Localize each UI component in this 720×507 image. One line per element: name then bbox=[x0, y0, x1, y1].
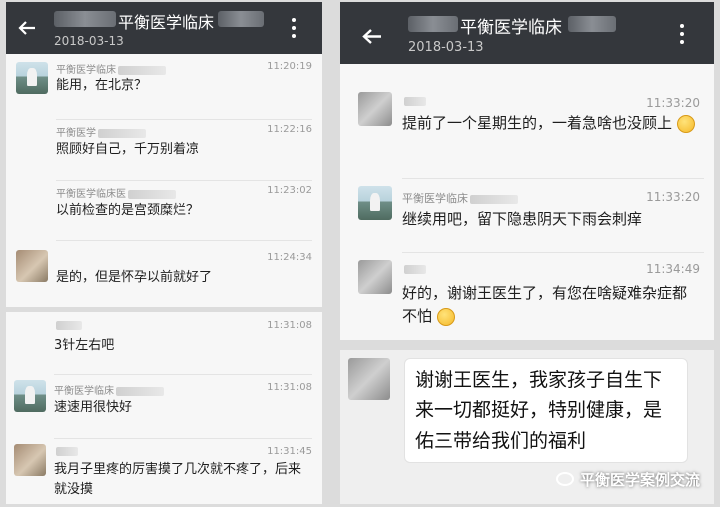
message-item: 平衡医学 11:22:16 照顾好自己，千万别着凉 bbox=[6, 119, 322, 177]
sender-name: 平衡医学 bbox=[56, 124, 146, 139]
message-time: 11:22:16 bbox=[267, 124, 312, 135]
avatar[interactable] bbox=[16, 62, 48, 94]
message-text: 好的，谢谢王医生了，有您在啥疑难杂症都不怕 bbox=[402, 284, 688, 326]
message-item: 11:31:45 我月子里疼的厉害摸了几次就不疼了，后来就没摸 bbox=[6, 438, 322, 504]
message-time: 11:23:02 bbox=[267, 185, 312, 196]
message-text: 我月子里疼的厉害摸了几次就不疼了，后来就没摸 bbox=[54, 462, 302, 498]
avatar[interactable] bbox=[14, 444, 46, 476]
divider bbox=[402, 178, 704, 179]
divider bbox=[402, 252, 704, 253]
blurred-title-suffix bbox=[568, 16, 616, 32]
smile-emoji-icon bbox=[436, 307, 455, 326]
chat-date: 2018-03-13 bbox=[408, 40, 484, 55]
chat-screenshot-left: 平衡医学临床 2018-03-13 平衡医学临床 11:20:19 能用，在北京… bbox=[6, 2, 322, 307]
blurred-title bbox=[54, 11, 116, 27]
message-text: 照顾好自己，千万别着凉 bbox=[56, 142, 200, 157]
chat-title: 平衡医学临床 bbox=[118, 13, 215, 32]
back-arrow-icon[interactable] bbox=[362, 28, 382, 45]
message-time: 11:33:20 bbox=[646, 190, 700, 204]
message-text: 继续用吧，留下隐患阴天下雨会刺痒 bbox=[402, 210, 643, 228]
message-item: 11:24:34 是的，但是怀孕以前就好了 bbox=[6, 240, 322, 302]
divider bbox=[56, 119, 312, 120]
avatar[interactable] bbox=[358, 92, 392, 126]
more-vertical-icon[interactable] bbox=[292, 18, 296, 42]
chat-header: 平衡医学临床 2018-03-13 bbox=[340, 2, 714, 64]
divider bbox=[56, 180, 312, 181]
message-item: 11:33:20 提前了一个星期生的，一着急啥也没顾上 bbox=[340, 90, 714, 180]
message-time: 11:34:49 bbox=[646, 262, 700, 276]
chat-title: 平衡医学临床 bbox=[460, 18, 562, 38]
message-text: 是的，但是怀孕以前就好了 bbox=[56, 270, 213, 285]
more-vertical-icon[interactable] bbox=[680, 24, 684, 48]
message-time: 11:31:45 bbox=[267, 446, 312, 457]
sender-name bbox=[54, 446, 78, 457]
avatar[interactable] bbox=[358, 260, 392, 294]
message-text: 3针左右吧 bbox=[54, 338, 115, 353]
avatar[interactable] bbox=[16, 250, 48, 282]
sender-name: 平衡医学临床 bbox=[56, 61, 166, 76]
message-item: 11:31:08 3针左右吧 bbox=[6, 312, 322, 372]
chat-date: 2018-03-13 bbox=[54, 34, 124, 48]
message-item: 平衡医学临床医 11:23:02 以前检查的是宫颈糜烂？ bbox=[6, 180, 322, 238]
large-message-screenshot: 谢谢王医生，我家孩子自生下来一切都挺好，特别健康，是佑三带给我们的福利 平衡医学… bbox=[340, 350, 714, 504]
message-time: 11:33:20 bbox=[646, 96, 700, 110]
wechat-icon bbox=[555, 471, 574, 486]
blurred-title bbox=[408, 16, 458, 32]
message-text: 速速用很快好 bbox=[54, 400, 133, 415]
sender-name: 平衡医学临床医 bbox=[56, 185, 176, 200]
sender-name bbox=[402, 94, 426, 107]
sender-name: 平衡医学临床 bbox=[402, 190, 518, 206]
message-time: 11:31:08 bbox=[267, 320, 312, 331]
message-bubble: 谢谢王医生，我家孩子自生下来一切都挺好，特别健康，是佑三带给我们的福利 bbox=[404, 358, 688, 464]
laughing-emoji-icon bbox=[676, 114, 695, 133]
message-time: 11:31:08 bbox=[267, 382, 312, 393]
chat-header: 平衡医学临床 2018-03-13 bbox=[6, 2, 322, 54]
avatar[interactable] bbox=[14, 380, 46, 412]
watermark: 平衡医学案例交流 bbox=[555, 469, 700, 490]
sender-name bbox=[54, 320, 82, 331]
message-time: 11:24:34 bbox=[267, 252, 312, 263]
message-time: 11:20:19 bbox=[267, 61, 312, 72]
message-item: 11:34:49 好的，谢谢王医生了，有您在啥疑难杂症都不怕 bbox=[340, 252, 714, 338]
sender-name bbox=[402, 262, 426, 275]
message-item: 平衡医学临床 11:20:19 能用，在北京？ bbox=[6, 58, 322, 116]
chat-screenshot-left-continued: 11:31:08 3针左右吧 平衡医学临床 11:31:08 速速用很快好 11… bbox=[6, 312, 322, 504]
divider bbox=[54, 374, 312, 375]
avatar[interactable] bbox=[358, 186, 392, 220]
divider bbox=[56, 240, 312, 241]
blurred-title-suffix bbox=[218, 11, 264, 27]
message-item: 平衡医学临床 11:33:20 继续用吧，留下隐患阴天下雨会刺痒 bbox=[340, 178, 714, 250]
message-text: 提前了一个星期生的，一着急啥也没顾上 bbox=[402, 112, 702, 135]
chat-screenshot-right: 平衡医学临床 2018-03-13 11:33:20 提前了一个星期生的，一着急… bbox=[340, 2, 714, 340]
sender-name: 平衡医学临床 bbox=[54, 382, 164, 397]
divider bbox=[54, 438, 312, 439]
avatar[interactable] bbox=[348, 358, 390, 400]
message-text: 以前检查的是宫颈糜烂？ bbox=[56, 203, 200, 218]
message-item: 平衡医学临床 11:31:08 速速用很快好 bbox=[6, 374, 322, 436]
message-text: 能用，在北京？ bbox=[56, 78, 148, 93]
back-arrow-icon[interactable] bbox=[18, 20, 36, 36]
